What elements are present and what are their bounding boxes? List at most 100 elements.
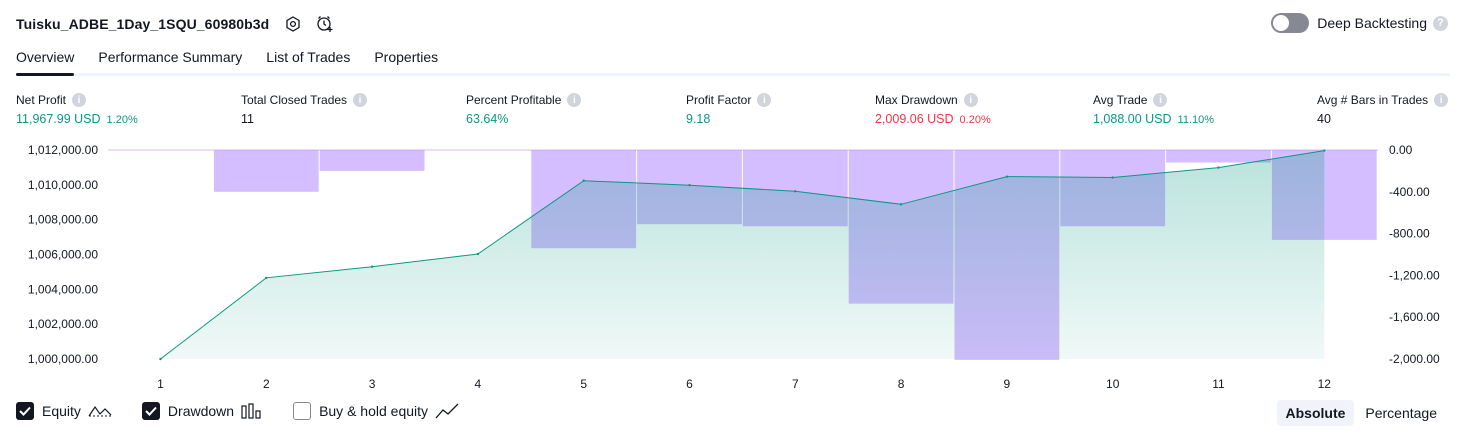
y-right-tick-label: -1,200.00: [1389, 268, 1440, 282]
drawdown-bars-icon: [241, 403, 263, 419]
x-tick-label: 11: [1212, 377, 1225, 391]
metric-total-closed-trades: Total Closed Trades i 11: [241, 93, 368, 126]
tab-performance-summary[interactable]: Performance Summary: [98, 44, 242, 73]
equity-point: [582, 179, 585, 182]
x-tick-label: 3: [369, 377, 376, 391]
metrics-row: Net Profit i 11,967.99 USD 1.20% Total Clo…: [0, 93, 1466, 133]
help-icon[interactable]: ?: [1433, 15, 1448, 31]
tab-properties[interactable]: Properties: [374, 44, 438, 73]
metric-percent: 1.20%: [106, 114, 138, 126]
legend-equity[interactable]: Equity: [16, 402, 112, 420]
checkbox-icon[interactable]: [141, 402, 160, 420]
metric-value: 40: [1317, 112, 1331, 126]
y-right-tick-label: 0.00: [1389, 143, 1413, 157]
info-icon[interactable]: i: [353, 93, 368, 107]
equity-point: [1111, 176, 1114, 179]
equity-point: [794, 190, 797, 193]
legend-label: Drawdown: [167, 403, 235, 419]
buy-hold-line-icon: [435, 403, 459, 419]
drawdown-bar: [319, 150, 425, 171]
equity-point: [899, 203, 903, 206]
y-left-tick-label: 1,010,000.00: [28, 178, 98, 192]
strategy-header: Tuisku_ADBE_1Day_1SQU_60980b3d: [16, 12, 335, 36]
legend-buy-hold-equity[interactable]: Buy & hold equity: [293, 402, 459, 420]
checkbox-icon[interactable]: [293, 402, 312, 420]
equity-line-icon: [88, 403, 112, 419]
y-left-tick-label: 1,004,000.00: [28, 282, 98, 296]
metric-label: Avg Trade: [1093, 93, 1148, 107]
y-right-tick-label: -800.00: [1389, 227, 1430, 241]
y-right-tick-label: -1,600.00: [1389, 310, 1440, 324]
absolute-button[interactable]: Absolute: [1276, 400, 1355, 426]
metric-value: 11: [241, 112, 254, 126]
metric-percent-profitable: Percent Profitable i 63.64%: [466, 93, 582, 126]
x-tick-label: 2: [263, 377, 270, 391]
equity-point: [1323, 149, 1326, 152]
equity-point: [370, 265, 374, 268]
metric-label: Max Drawdown: [875, 93, 958, 107]
y-left-tick-label: 1,006,000.00: [28, 248, 98, 262]
info-icon[interactable]: i: [1153, 93, 1168, 107]
deep-backtesting-control: Deep Backtesting ?: [1271, 13, 1448, 33]
x-tick-label: 7: [792, 377, 799, 391]
y-right-tick-label: -2,000.00: [1389, 352, 1440, 366]
tab-list-of-trades[interactable]: List of Trades: [266, 44, 350, 73]
x-tick-label: 8: [898, 377, 905, 391]
chart-legend: Equity Drawdown Buy & hold equity: [16, 402, 489, 420]
x-tick-label: 10: [1106, 377, 1120, 391]
metric-value: 2,009.06 USD: [875, 112, 954, 126]
metric-max-drawdown: Max Drawdown i 2,009.06 USD 0.20%: [875, 93, 991, 126]
y-left-tick-label: 1,012,000.00: [28, 143, 98, 157]
report-tabs: Overview Performance Summary List of Tra…: [16, 44, 1450, 76]
equity-point: [688, 183, 691, 187]
checkbox-icon[interactable]: [16, 402, 34, 420]
y-right-tick-label: -400.00: [1389, 185, 1430, 199]
metric-avg-trade: Avg Trade i 1,088.00 USD 11.10%: [1093, 93, 1214, 126]
legend-drawdown[interactable]: Drawdown: [141, 402, 263, 420]
metric-value: 1,088.00 USD: [1093, 112, 1172, 126]
deep-backtesting-label: Deep Backtesting: [1317, 15, 1427, 31]
tab-overview[interactable]: Overview: [16, 44, 75, 76]
equity-area: [160, 150, 1325, 359]
x-tick-label: 6: [686, 377, 693, 391]
value-mode-switch: Absolute Percentage: [1275, 400, 1447, 426]
equity-point: [1217, 166, 1220, 169]
info-icon[interactable]: i: [1434, 93, 1449, 107]
metric-percent: 0.20%: [959, 114, 991, 126]
info-icon[interactable]: i: [757, 93, 772, 107]
metric-label: Percent Profitable: [466, 93, 562, 107]
metric-avg-bars: Avg # Bars in Trades i 40: [1317, 93, 1449, 126]
info-icon[interactable]: i: [963, 93, 978, 107]
x-tick-label: 5: [580, 377, 587, 391]
info-icon[interactable]: i: [72, 93, 87, 107]
x-tick-label: 12: [1318, 377, 1332, 391]
metric-profit-factor: Profit Factor i 9.18: [686, 93, 772, 126]
x-tick-label: 4: [475, 377, 482, 391]
equity-point: [159, 357, 162, 361]
x-tick-label: 1: [157, 377, 164, 391]
metric-value: 11,967.99 USD: [16, 112, 101, 126]
metric-label: Avg # Bars in Trades: [1317, 93, 1429, 107]
settings-icon[interactable]: [283, 14, 303, 34]
metric-value: 9.18: [686, 112, 711, 126]
y-left-tick-label: 1,002,000.00: [28, 317, 98, 331]
metric-label: Total Closed Trades: [241, 93, 348, 107]
strategy-title: Tuisku_ADBE_1Day_1SQU_60980b3d: [16, 16, 270, 32]
legend-label: Equity: [42, 403, 81, 419]
y-left-tick-label: 1,008,000.00: [28, 213, 98, 227]
info-icon[interactable]: i: [567, 93, 582, 107]
deep-backtesting-toggle[interactable]: [1271, 13, 1310, 33]
metric-label: Net Profit: [16, 93, 67, 107]
x-tick-label: 9: [1004, 377, 1011, 391]
metric-value: 63.64%: [466, 112, 509, 126]
equity-drawdown-chart: 1,012,000.00 1,010,000.00 1,008,000.00 1,00…: [28, 143, 1440, 391]
equity-point: [476, 252, 480, 256]
drawdown-bar: [1166, 150, 1271, 163]
metric-label: Profit Factor: [686, 93, 752, 107]
equity-point: [1005, 175, 1009, 178]
add-alert-icon[interactable]: [315, 14, 335, 34]
equity-point: [265, 276, 268, 280]
metric-net-profit: Net Profit i 11,967.99 USD 1.20%: [16, 93, 138, 126]
percentage-button[interactable]: Percentage: [1356, 400, 1446, 426]
y-left-tick-label: 1,000,000.00: [28, 352, 98, 366]
